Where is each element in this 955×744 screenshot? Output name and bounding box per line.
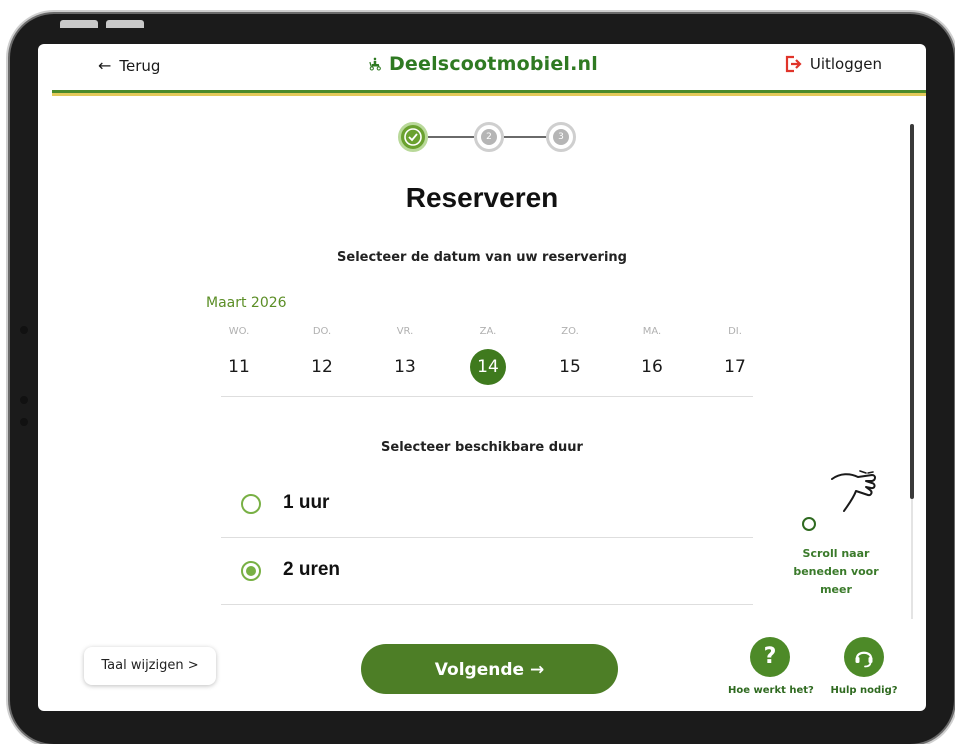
scroll-hint-text: Scroll naar beneden voor meer [778,545,894,599]
calendar-day[interactable]: 17 [717,349,753,385]
app-screen: ← Terug Deelscootmobiel.nl Uitloggen 2 3… [38,44,926,711]
radio-button[interactable] [241,494,261,514]
logout-icon [785,55,802,73]
weekday-label: DO. [312,326,332,337]
calendar-day[interactable]: 15 [552,349,588,385]
step-2: 2 [474,122,504,152]
brand-name: Deelscootmobiel.nl [388,53,598,75]
duration-label: 2 uren [283,559,341,580]
progress-stepper: 2 3 [398,122,578,156]
weekday-label: DI. [728,326,742,337]
how-it-works-label: Hoe werkt het? [728,685,814,696]
app-header: ← Terug Deelscootmobiel.nl Uitloggen [38,44,926,90]
weekday-label: WO. [228,326,250,337]
scroll-hint-line: meer [820,583,852,596]
calendar-month-label: Maart 2026 [206,295,287,311]
divider [221,396,753,397]
how-it-works[interactable]: ? Hoe werkt het? [728,637,814,696]
calendar-weekdays: WO. DO. VR. ZA. ZO. MA. DI. [206,326,758,338]
calendar-day-selected[interactable]: 14 [470,349,506,385]
scrollbar[interactable] [910,124,914,499]
weekday-label: ZO. [561,326,579,337]
change-language-button[interactable]: Taal wijzigen > [84,647,216,685]
next-button[interactable]: Volgende → [361,644,618,694]
step-3-number: 3 [553,129,569,145]
scroll-indicator-circle [802,517,816,531]
need-help-label: Hulp nodig? [830,685,898,696]
back-button[interactable]: ← Terug [98,56,160,75]
device-button [60,20,98,28]
step-2-number: 2 [481,129,497,145]
question-icon[interactable]: ? [750,637,790,677]
step-connector [428,136,474,138]
scroll-track [911,499,913,619]
calendar-day[interactable]: 13 [387,349,423,385]
mobility-scooter-icon [369,57,381,71]
headset-glyph [855,651,873,668]
device-sensor [20,418,28,426]
device-sensor [20,326,28,334]
calendar-day[interactable]: 16 [634,349,670,385]
calendar-day[interactable]: 12 [304,349,340,385]
logout-button[interactable]: Uitloggen [784,55,882,73]
scroll-hint-line: beneden voor [793,565,879,578]
date-prompt: Selecteer de datum van uw reservering [337,250,627,265]
weekday-label: VR. [396,326,414,337]
headset-icon[interactable] [844,637,884,677]
device-button [106,20,144,28]
check-icon [404,128,422,146]
back-label: Terug [119,56,161,75]
page-title: Reserveren [405,182,559,213]
step-connector [504,136,546,138]
duration-label: 1 uur [283,492,330,513]
brand-logo: Deelscootmobiel.nl [368,53,598,75]
duration-option-1-uur[interactable]: 1 uur [221,471,753,538]
weekday-label: MA. [642,326,662,337]
step-3: 3 [546,122,576,152]
logout-label: Uitloggen [809,55,882,73]
arrow-left-icon: ← [98,56,112,75]
duration-prompt: Selecteer beschikbare duur [381,440,583,455]
scroll-hint: Scroll naar beneden voor meer [778,469,898,609]
step-1-completed [398,122,428,152]
need-help[interactable]: Hulp nodig? [822,637,906,696]
header-stripe [52,90,926,96]
weekday-label: ZA. [479,326,497,337]
radio-button-selected[interactable] [241,561,261,581]
duration-option-2-uren[interactable]: 2 uren [221,538,753,605]
calendar-days: 11 12 13 14 15 16 17 [206,349,758,385]
calendar-day[interactable]: 11 [221,349,257,385]
device-sensor [20,396,28,404]
hand-swipe-icon [831,470,876,512]
scroll-hint-line: Scroll naar [802,547,870,560]
